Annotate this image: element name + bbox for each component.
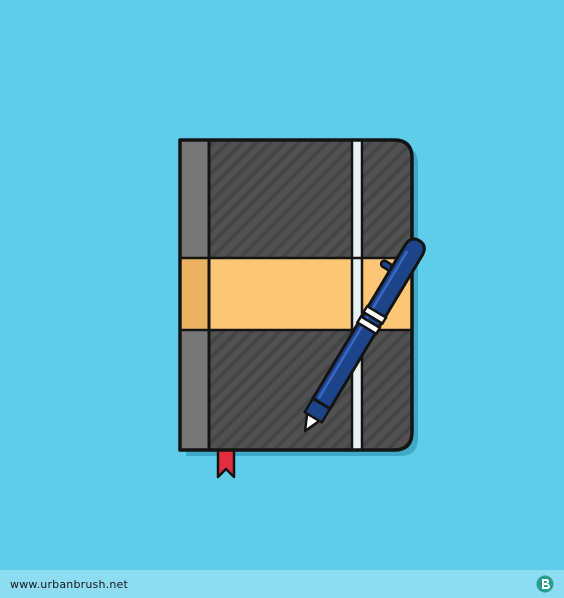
illustration-stage	[0, 0, 564, 570]
notebook-band-spine	[180, 258, 209, 330]
notebook-with-pen-illustration	[0, 0, 564, 570]
elastic-strap	[352, 140, 362, 450]
urbanbrush-logo-icon	[536, 575, 554, 593]
footer-bar: www.urbanbrush.net	[0, 570, 564, 598]
footer-website-link[interactable]: www.urbanbrush.net	[10, 578, 128, 591]
